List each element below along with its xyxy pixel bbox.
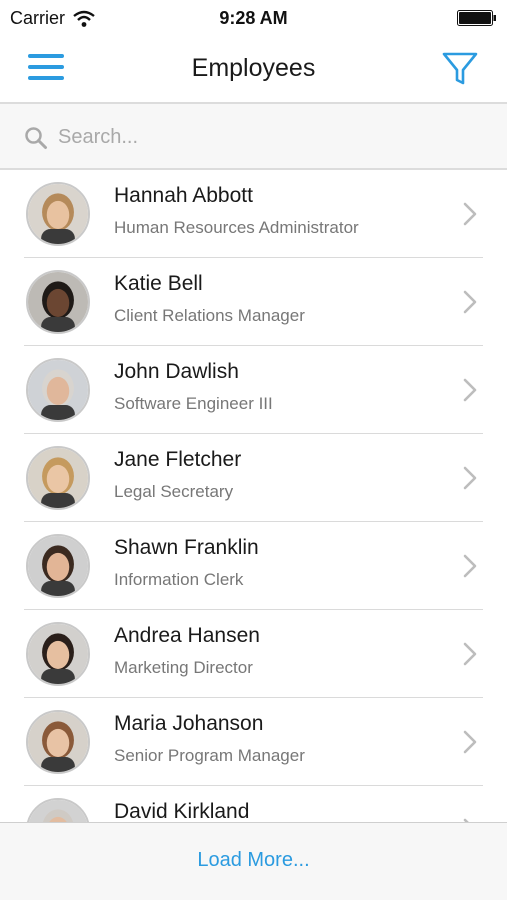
employee-avatar xyxy=(26,358,90,422)
employee-name: Shawn Franklin xyxy=(114,536,259,559)
employee-title: Senior Program Manager xyxy=(114,746,305,765)
employee-avatar xyxy=(26,710,90,774)
employee-avatar xyxy=(26,270,90,334)
search-bar xyxy=(0,104,507,170)
employee-title: Client Relations Manager xyxy=(114,306,305,325)
employee-name: Andrea Hansen xyxy=(114,624,260,647)
employee-avatar xyxy=(26,534,90,598)
avatar-portrait-icon xyxy=(28,272,88,332)
employee-name: John Dawlish xyxy=(114,360,239,383)
status-bar: Carrier 9:28 AM xyxy=(0,0,507,36)
employee-avatar xyxy=(26,446,90,510)
avatar-portrait-icon xyxy=(28,184,88,244)
employee-avatar xyxy=(26,622,90,686)
employee-name: Hannah Abbott xyxy=(114,184,253,207)
employee-name: Jane Fletcher xyxy=(114,448,242,471)
employee-list: Hannah Abbott Human Resources Administrat… xyxy=(0,170,507,822)
employee-avatar xyxy=(26,798,90,822)
avatar-portrait-icon xyxy=(28,536,88,596)
employee-title: Human Resources Administrator xyxy=(114,218,359,237)
chevron-right-icon xyxy=(463,290,477,314)
avatar-portrait-icon xyxy=(28,800,88,822)
navigation-bar: Employees xyxy=(0,36,507,104)
filter-button[interactable] xyxy=(441,50,479,88)
employee-title: Information Clerk xyxy=(114,570,244,589)
employee-title: Software Engineer III xyxy=(114,394,273,413)
chevron-right-icon xyxy=(463,202,477,226)
employee-row[interactable]: Hannah Abbott Human Resources Administrat… xyxy=(24,170,483,258)
page-title: Employees xyxy=(191,54,316,82)
load-more-bar: Load More... xyxy=(0,822,507,900)
employee-name: Katie Bell xyxy=(114,272,203,295)
filter-funnel-icon xyxy=(442,52,478,85)
load-more-button[interactable]: Load More... xyxy=(0,849,507,872)
battery-icon xyxy=(457,10,496,26)
avatar-portrait-icon xyxy=(28,360,88,420)
employee-title: Legal Secretary xyxy=(114,482,234,501)
avatar-portrait-icon xyxy=(28,448,88,508)
search-input[interactable] xyxy=(58,118,478,156)
avatar-portrait-icon xyxy=(28,712,88,772)
employee-name: Maria Johanson xyxy=(114,712,264,735)
employee-row[interactable]: David Kirkland xyxy=(24,786,483,822)
chevron-right-icon xyxy=(463,730,477,754)
avatar-portrait-icon xyxy=(28,624,88,684)
employee-name: David Kirkland xyxy=(114,800,250,822)
employee-title: Marketing Director xyxy=(114,658,253,677)
employee-row[interactable]: Katie Bell Client Relations Manager xyxy=(24,258,483,346)
employee-row[interactable]: Andrea Hansen Marketing Director xyxy=(24,610,483,698)
employee-row[interactable]: Jane Fletcher Legal Secretary xyxy=(24,434,483,522)
employee-row[interactable]: Shawn Franklin Information Clerk xyxy=(24,522,483,610)
search-icon xyxy=(25,127,47,149)
chevron-right-icon xyxy=(463,466,477,490)
chevron-right-icon xyxy=(463,378,477,402)
employee-row[interactable]: Maria Johanson Senior Program Manager xyxy=(24,698,483,786)
employee-avatar xyxy=(26,182,90,246)
employee-row[interactable]: John Dawlish Software Engineer III xyxy=(24,346,483,434)
chevron-right-icon xyxy=(463,642,477,666)
chevron-right-icon xyxy=(463,554,477,578)
status-time: 9:28 AM xyxy=(219,8,288,28)
